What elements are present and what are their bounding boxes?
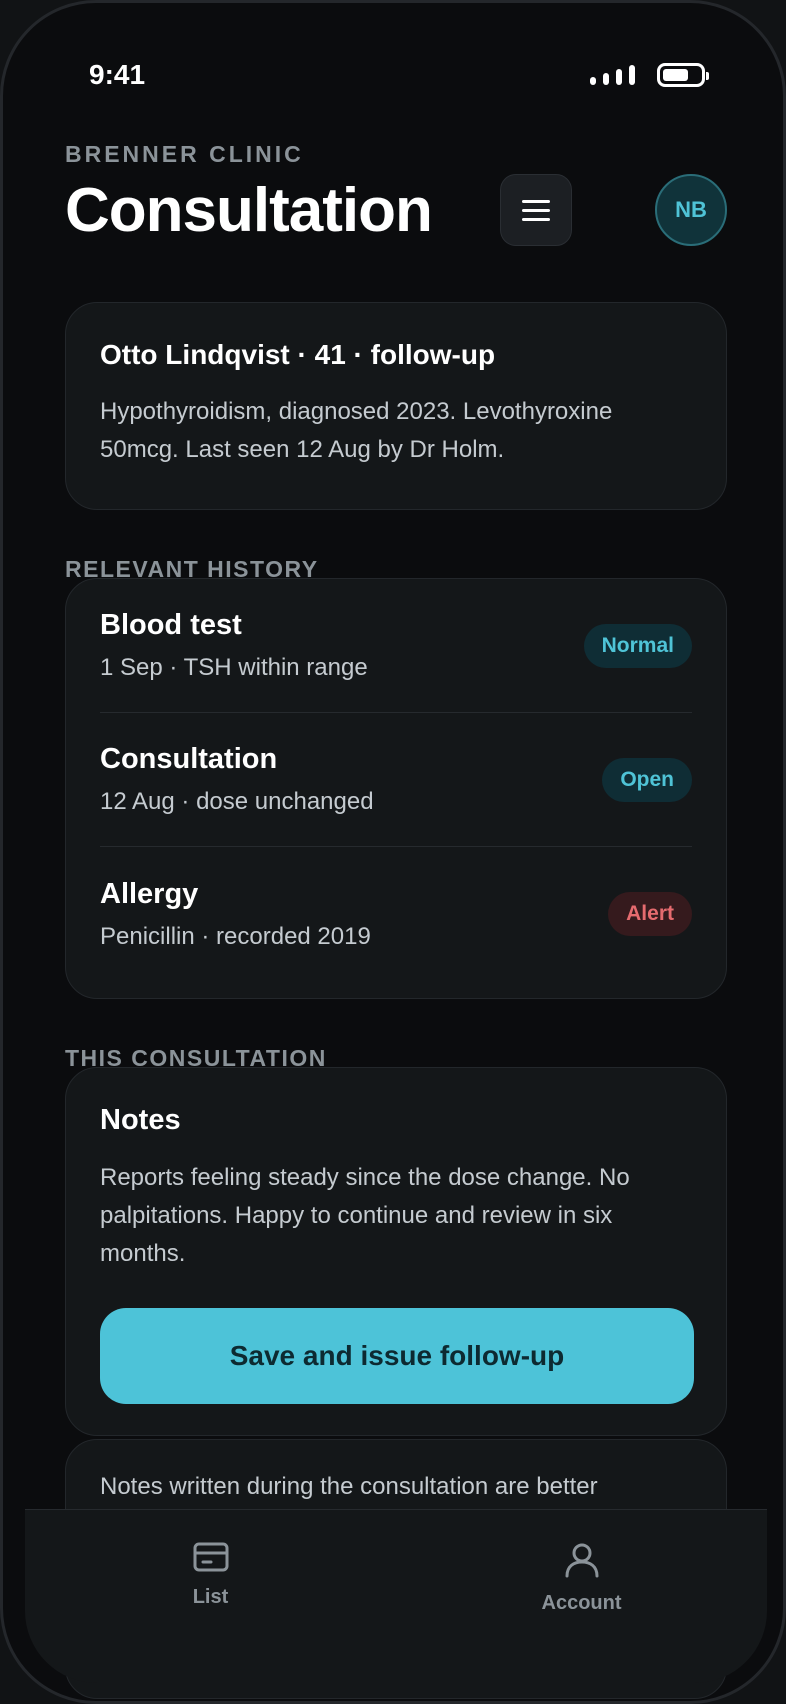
nav-item-account[interactable]: Account bbox=[396, 1510, 767, 1683]
history-item-subtitle: 1 Sep · TSH within range bbox=[100, 654, 368, 681]
notes-text[interactable]: Reports feeling steady since the dose ch… bbox=[100, 1159, 692, 1273]
status-icons bbox=[590, 63, 709, 87]
avatar[interactable]: NB bbox=[655, 174, 727, 246]
history-item-allergy[interactable]: Allergy Penicillin · recorded 2019 Alert bbox=[100, 847, 692, 981]
nav-item-list[interactable]: List bbox=[25, 1510, 396, 1683]
clinic-name: BRENNER CLINIC bbox=[65, 141, 304, 167]
history-item-blood-test[interactable]: Blood test 1 Sep · TSH within range Norm… bbox=[100, 579, 692, 713]
nav-label-list: List bbox=[192, 1586, 229, 1608]
menu-button[interactable] bbox=[500, 174, 572, 246]
status-badge: Normal bbox=[583, 623, 692, 668]
history-item-consultation[interactable]: Consultation 12 Aug · dose unchanged Ope… bbox=[100, 713, 692, 847]
battery-icon bbox=[657, 63, 709, 87]
history-item-title: Allergy bbox=[100, 877, 199, 910]
tip-text: Notes written during the consultation ar… bbox=[100, 1473, 598, 1500]
nav-label-account: Account bbox=[541, 1592, 622, 1614]
save-and-issue-follow-up-button[interactable]: Save and issue follow-up bbox=[100, 1308, 694, 1404]
history-item-subtitle: 12 Aug · dose unchanged bbox=[100, 788, 374, 815]
history-card: Blood test 1 Sep · TSH within range Norm… bbox=[65, 578, 727, 999]
patient-name: Otto Lindqvist · 41 · follow-up bbox=[100, 339, 496, 370]
patient-summary: Hypothyroidism, diagnosed 2023. Levothyr… bbox=[100, 398, 613, 463]
status-badge: Open bbox=[602, 757, 692, 802]
history-item-title: Blood test bbox=[100, 609, 242, 641]
phone-frame: 9:41 BRENNER CLINIC Consultation NB Otto… bbox=[0, 0, 786, 1704]
history-item-title: Consultation bbox=[100, 743, 278, 775]
status-time: 9:41 bbox=[89, 59, 146, 90]
alert-badge: Alert bbox=[608, 892, 692, 936]
person-icon bbox=[565, 1543, 598, 1578]
patient-card: Otto Lindqvist · 41 · follow-up Hypothyr… bbox=[65, 302, 727, 510]
history-item-subtitle: Penicillin · recorded 2019 bbox=[100, 922, 371, 950]
notes-title: Notes bbox=[100, 1104, 181, 1136]
menu-icon bbox=[522, 199, 550, 203]
page-title: Consultation bbox=[65, 176, 433, 245]
signal-icon bbox=[590, 65, 635, 85]
notes-card: Notes Reports feeling steady since the d… bbox=[65, 1067, 727, 1436]
card-icon bbox=[193, 1542, 228, 1572]
bottom-nav: List Account bbox=[25, 1509, 767, 1683]
